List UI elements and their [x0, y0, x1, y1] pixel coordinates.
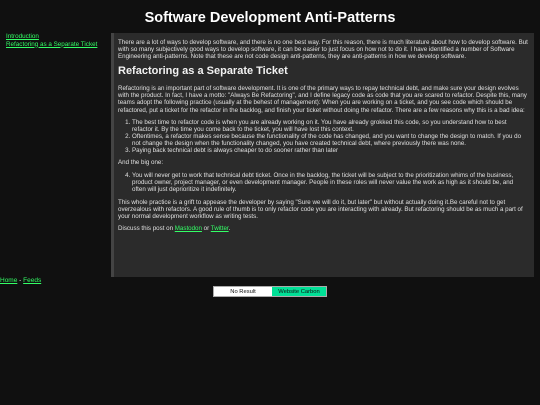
discuss-suffix: . — [228, 224, 231, 232]
carbon-result-label: No Result — [214, 287, 272, 296]
discuss-or: or — [201, 224, 211, 232]
list-item: Paying back technical debt is always che… — [132, 147, 528, 154]
refactoring-paragraph: Refactoring is an important part of soft… — [118, 85, 527, 114]
feeds-link[interactable]: Feeds — [23, 277, 41, 284]
website-carbon-link[interactable]: Website Carbon — [272, 287, 326, 296]
list-item: Oftentimes, a refactor makes sense becau… — [132, 133, 528, 147]
sidebar-item-refactoring[interactable]: Refactoring as a Separate Ticket — [6, 41, 108, 49]
and-big-one-text: And the big one: — [118, 159, 164, 167]
big-reason-list: You will never get to work that technica… — [118, 172, 528, 193]
twitter-link[interactable]: Twitter — [211, 225, 229, 232]
discuss-line: Discuss this post on Mastodon or Twitter… — [118, 225, 528, 232]
footer-links: Home - Feeds — [0, 277, 41, 285]
grift-paragraph: This whole practice is a grift to appeas… — [118, 198, 523, 220]
reasons-list: The best time to refactor code is when y… — [118, 119, 528, 154]
sidebar-item-introduction[interactable]: Introduction — [6, 33, 108, 41]
home-link[interactable]: Home — [0, 277, 17, 284]
page-title: Software Development Anti-Patterns — [144, 10, 396, 26]
website-carbon-badge[interactable]: No Result Website Carbon — [213, 286, 327, 297]
sidebar-nav: Introduction Refactoring as a Separate T… — [6, 33, 108, 48]
discuss-prefix: Discuss this post on — [118, 224, 175, 232]
list-item: The best time to refactor code is when y… — [132, 119, 528, 133]
mastodon-link[interactable]: Mastodon — [175, 225, 202, 232]
section-heading: Refactoring as a Separate Ticket — [118, 65, 288, 78]
list-item: You will never get to work that technica… — [132, 172, 528, 193]
page-layout: Introduction Refactoring as a Separate T… — [0, 33, 540, 277]
intro-paragraph: There are a lot of ways to develop softw… — [118, 39, 528, 61]
article-content: There are a lot of ways to develop softw… — [111, 33, 534, 277]
